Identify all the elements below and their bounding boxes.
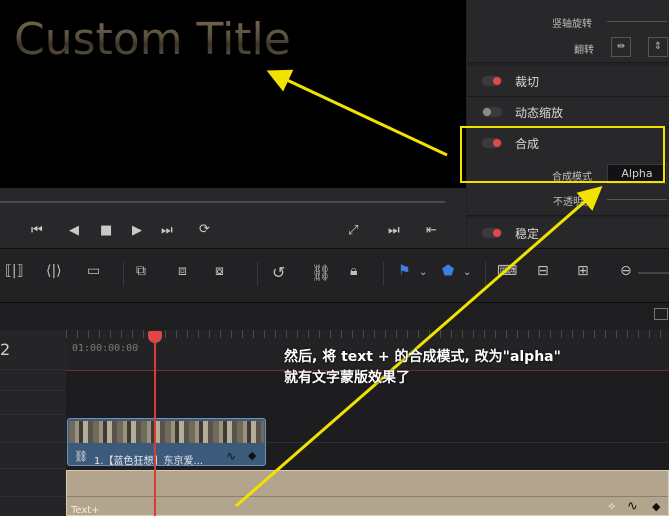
annotation-line-1: 然后, 将 text + 的合成模式, 改为"alpha" (284, 349, 561, 365)
annotation-arrows (235, 69, 603, 508)
annotation-text: 然后, 将 text + 的合成模式, 改为"alpha" 就有文字蒙版效果了 (284, 347, 561, 389)
annotation-line-2: 就有文字蒙版效果了 (284, 370, 410, 386)
arrow-to-title (266, 69, 448, 157)
